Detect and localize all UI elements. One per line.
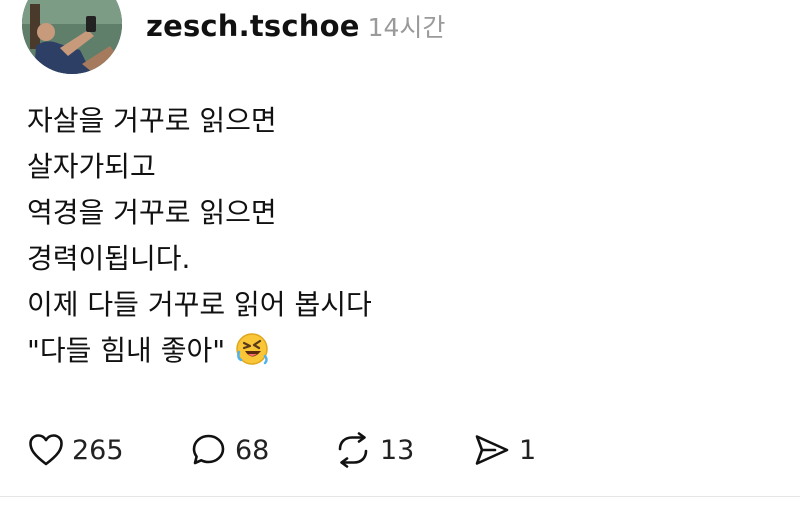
post-line: 이제 다들 거꾸로 읽어 봅시다 — [27, 288, 372, 321]
repost-icon — [334, 432, 372, 468]
post-body: 자살을 거꾸로 읽으면 살자가되고 역경을 거꾸로 읽으면 경력이됩니다. 이제… — [27, 98, 372, 374]
username[interactable]: zesch.tschoe — [146, 9, 360, 43]
repost-count: 13 — [380, 434, 415, 466]
send-icon — [473, 433, 511, 467]
share-button[interactable]: 1 — [473, 433, 536, 467]
post-actions: 265 68 13 1 — [28, 430, 536, 470]
share-count: 1 — [519, 434, 537, 466]
post-line: "다들 힘내 좋아" — [27, 334, 226, 367]
avatar[interactable] — [22, 0, 122, 74]
post-line: 경력이됩니다. — [27, 242, 191, 275]
divider — [0, 496, 800, 497]
like-button[interactable]: 265 — [28, 433, 191, 467]
post-line-with-emoji: "다들 힘내 좋아" — [27, 328, 372, 374]
speech-bubble-icon — [191, 433, 227, 467]
heart-icon — [28, 433, 64, 467]
post-line: 자살을 거꾸로 읽으면 — [27, 104, 277, 137]
post-header: zesch.tschoe 14시간 — [146, 8, 445, 48]
repost-button[interactable]: 13 — [334, 432, 473, 468]
post-line: 살자가되고 — [27, 150, 156, 183]
comment-button[interactable]: 68 — [191, 433, 334, 467]
comment-count: 68 — [235, 434, 270, 466]
post-timestamp: 14시간 — [367, 13, 446, 42]
post-line: 역경을 거꾸로 읽으면 — [27, 196, 277, 229]
like-count: 265 — [72, 434, 124, 466]
rolling-laughing-emoji-icon — [235, 332, 269, 380]
